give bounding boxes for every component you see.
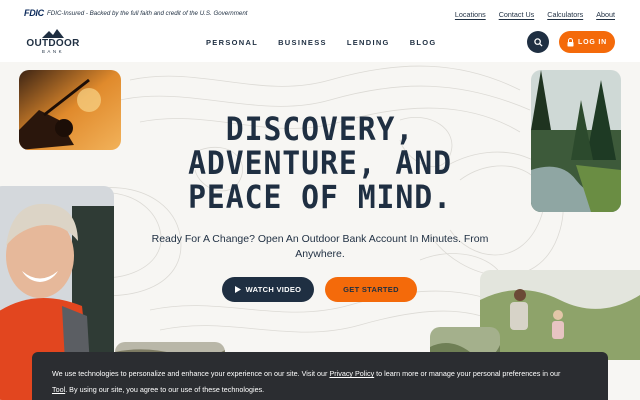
calculators-link[interactable]: Calculators <box>547 10 583 19</box>
search-icon <box>533 37 543 47</box>
nav-item-personal[interactable]: PERSONAL <box>206 38 258 47</box>
watch-video-label: WATCH VIDEO <box>245 285 302 294</box>
headline-line-3: PEACE OF MIND. <box>188 178 452 216</box>
get-started-button[interactable]: GET STARTED <box>325 277 417 302</box>
mountain-logo-icon <box>42 29 64 38</box>
top-utility-bar: FDIC FDIC-Insured - Backed by the full f… <box>0 0 640 28</box>
play-icon <box>234 286 241 293</box>
logo-wordmark: OUTDOOR <box>26 38 80 49</box>
logo-subtext: BANK <box>41 49 65 54</box>
nav-item-business[interactable]: BUSINESS <box>278 38 327 47</box>
login-label: LOG IN <box>578 38 607 46</box>
lock-icon <box>567 37 574 46</box>
tool-link[interactable]: Tool <box>52 385 65 394</box>
about-link[interactable]: About <box>596 10 615 19</box>
nav-item-blog[interactable]: BLOG <box>410 38 437 47</box>
cookie-banner: We use technologies to personalize and e… <box>32 352 608 400</box>
family-hiking-photo <box>480 270 640 360</box>
cookie-text-end: . By using our site, you agree to our us… <box>65 385 265 394</box>
forest-river-photo <box>531 70 621 212</box>
hero-headline: DISCOVERY, ADVENTURE, AND PEACE OF MIND. <box>171 112 469 214</box>
nav-item-lending[interactable]: LENDING <box>347 38 390 47</box>
cookie-text-start: We use technologies to personalize and e… <box>52 369 330 378</box>
cookie-text-mid: to learn more or manage your personal pr… <box>374 369 561 378</box>
get-started-label: GET STARTED <box>343 285 399 294</box>
login-button[interactable]: LOG IN <box>559 31 615 53</box>
search-button[interactable] <box>527 31 549 53</box>
headline-line-2: ADVENTURE, AND <box>188 144 452 182</box>
fdic-logo: FDIC <box>24 8 44 18</box>
contact-us-link[interactable]: Contact Us <box>499 10 535 19</box>
locations-link[interactable]: Locations <box>455 10 486 19</box>
cookie-message: We use technologies to personalize and e… <box>52 366 572 398</box>
privacy-policy-link[interactable]: Privacy Policy <box>329 369 374 378</box>
primary-nav-links: PERSONAL BUSINESS LENDING BLOG <box>206 38 437 47</box>
fdic-disclaimer: FDIC-Insured - Backed by the full faith … <box>47 10 248 17</box>
hero-subtitle: Ready For A Change? Open An Outdoor Bank… <box>151 233 489 260</box>
outdoor-bank-logo[interactable]: OUTDOOR BANK <box>24 29 82 57</box>
sunset-fishing-photo <box>19 70 121 150</box>
main-nav: OUTDOOR BANK PERSONAL BUSINESS LENDING B… <box>0 28 640 62</box>
utility-links: Locations Contact Us Calculators About <box>455 10 615 19</box>
watch-video-button[interactable]: WATCH VIDEO <box>222 277 314 302</box>
headline-line-1: DISCOVERY, <box>225 110 415 148</box>
